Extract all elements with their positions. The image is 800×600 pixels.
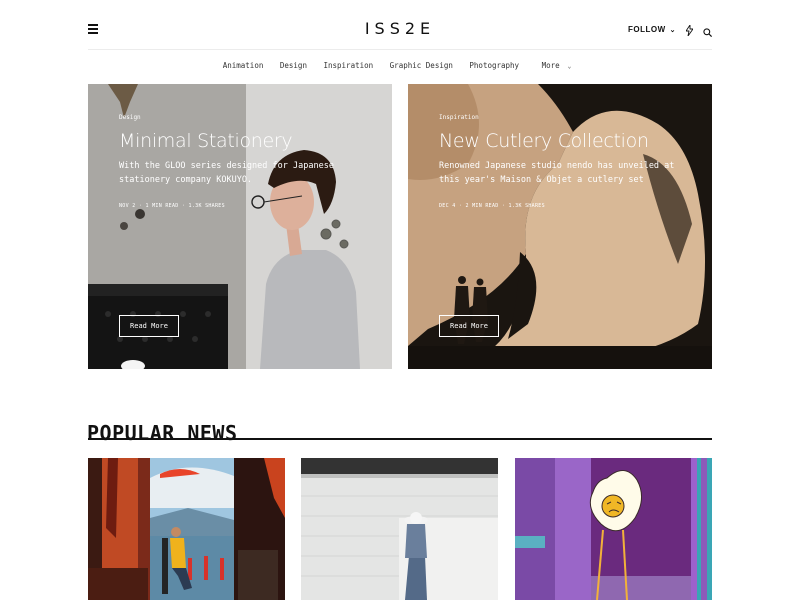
card-image-wall [301, 458, 498, 600]
site-header: ISS2E FOLLOW ⌄ [88, 0, 713, 50]
hero-text: Design Minimal Stationery With the GLOO … [119, 114, 359, 209]
popular-card-3[interactable] [515, 458, 712, 600]
hero-category[interactable]: Design [119, 114, 359, 121]
chevron-down-icon: ⌄ [567, 63, 572, 70]
popular-card-1[interactable] [88, 458, 285, 600]
section-divider [88, 438, 712, 440]
hero-excerpt: With the GLOO series designed for Japane… [119, 161, 334, 185]
nav-item-animation[interactable]: Animation [223, 61, 264, 70]
card-image-illustration [515, 458, 712, 600]
nav-item-design[interactable]: Design [280, 61, 307, 70]
follow-button[interactable]: FOLLOW ⌄ [628, 25, 676, 34]
follow-label: FOLLOW [627, 25, 666, 34]
hero-meta: DEC 4 · 2 MIN READ · 1.3K SHARES [439, 203, 545, 209]
hero-title[interactable]: Minimal Stationery [119, 130, 359, 152]
hero-category[interactable]: Inspiration [439, 114, 679, 121]
hero-excerpt: Renowned Japanese studio nendo has unvei… [439, 161, 675, 185]
category-nav: Animation Design Inspiration Graphic Des… [0, 61, 800, 70]
hero-text: Inspiration New Cutlery Collection Renow… [439, 114, 679, 209]
nav-item-inspiration[interactable]: Inspiration [323, 61, 373, 70]
site-logo[interactable]: ISS2E [88, 19, 712, 38]
popular-news-heading: POPULAR NEWS [87, 421, 238, 445]
featured-post-minimal-stationery[interactable]: Design Minimal Stationery With the GLOO … [88, 84, 392, 369]
lightning-bolt-icon[interactable] [685, 23, 694, 41]
search-icon[interactable] [703, 24, 713, 42]
hero-meta: NOV 2 · 1 MIN READ · 1.3K SHARES [119, 203, 225, 209]
card-image-cafe [88, 458, 285, 600]
read-more-button[interactable]: Read More [119, 315, 179, 337]
nav-item-photography[interactable]: Photography [469, 61, 519, 70]
nav-item-graphic-design[interactable]: Graphic Design [390, 61, 453, 70]
nav-more-label: More [541, 61, 560, 70]
read-more-button[interactable]: Read More [439, 315, 499, 337]
chevron-down-icon: ⌄ [669, 27, 676, 34]
nav-item-more[interactable]: More ⌄ [536, 61, 578, 70]
hero-title[interactable]: New Cutlery Collection [439, 130, 679, 152]
popular-card-2[interactable] [301, 458, 498, 600]
featured-post-new-cutlery-collection[interactable]: Inspiration New Cutlery Collection Renow… [408, 84, 712, 369]
